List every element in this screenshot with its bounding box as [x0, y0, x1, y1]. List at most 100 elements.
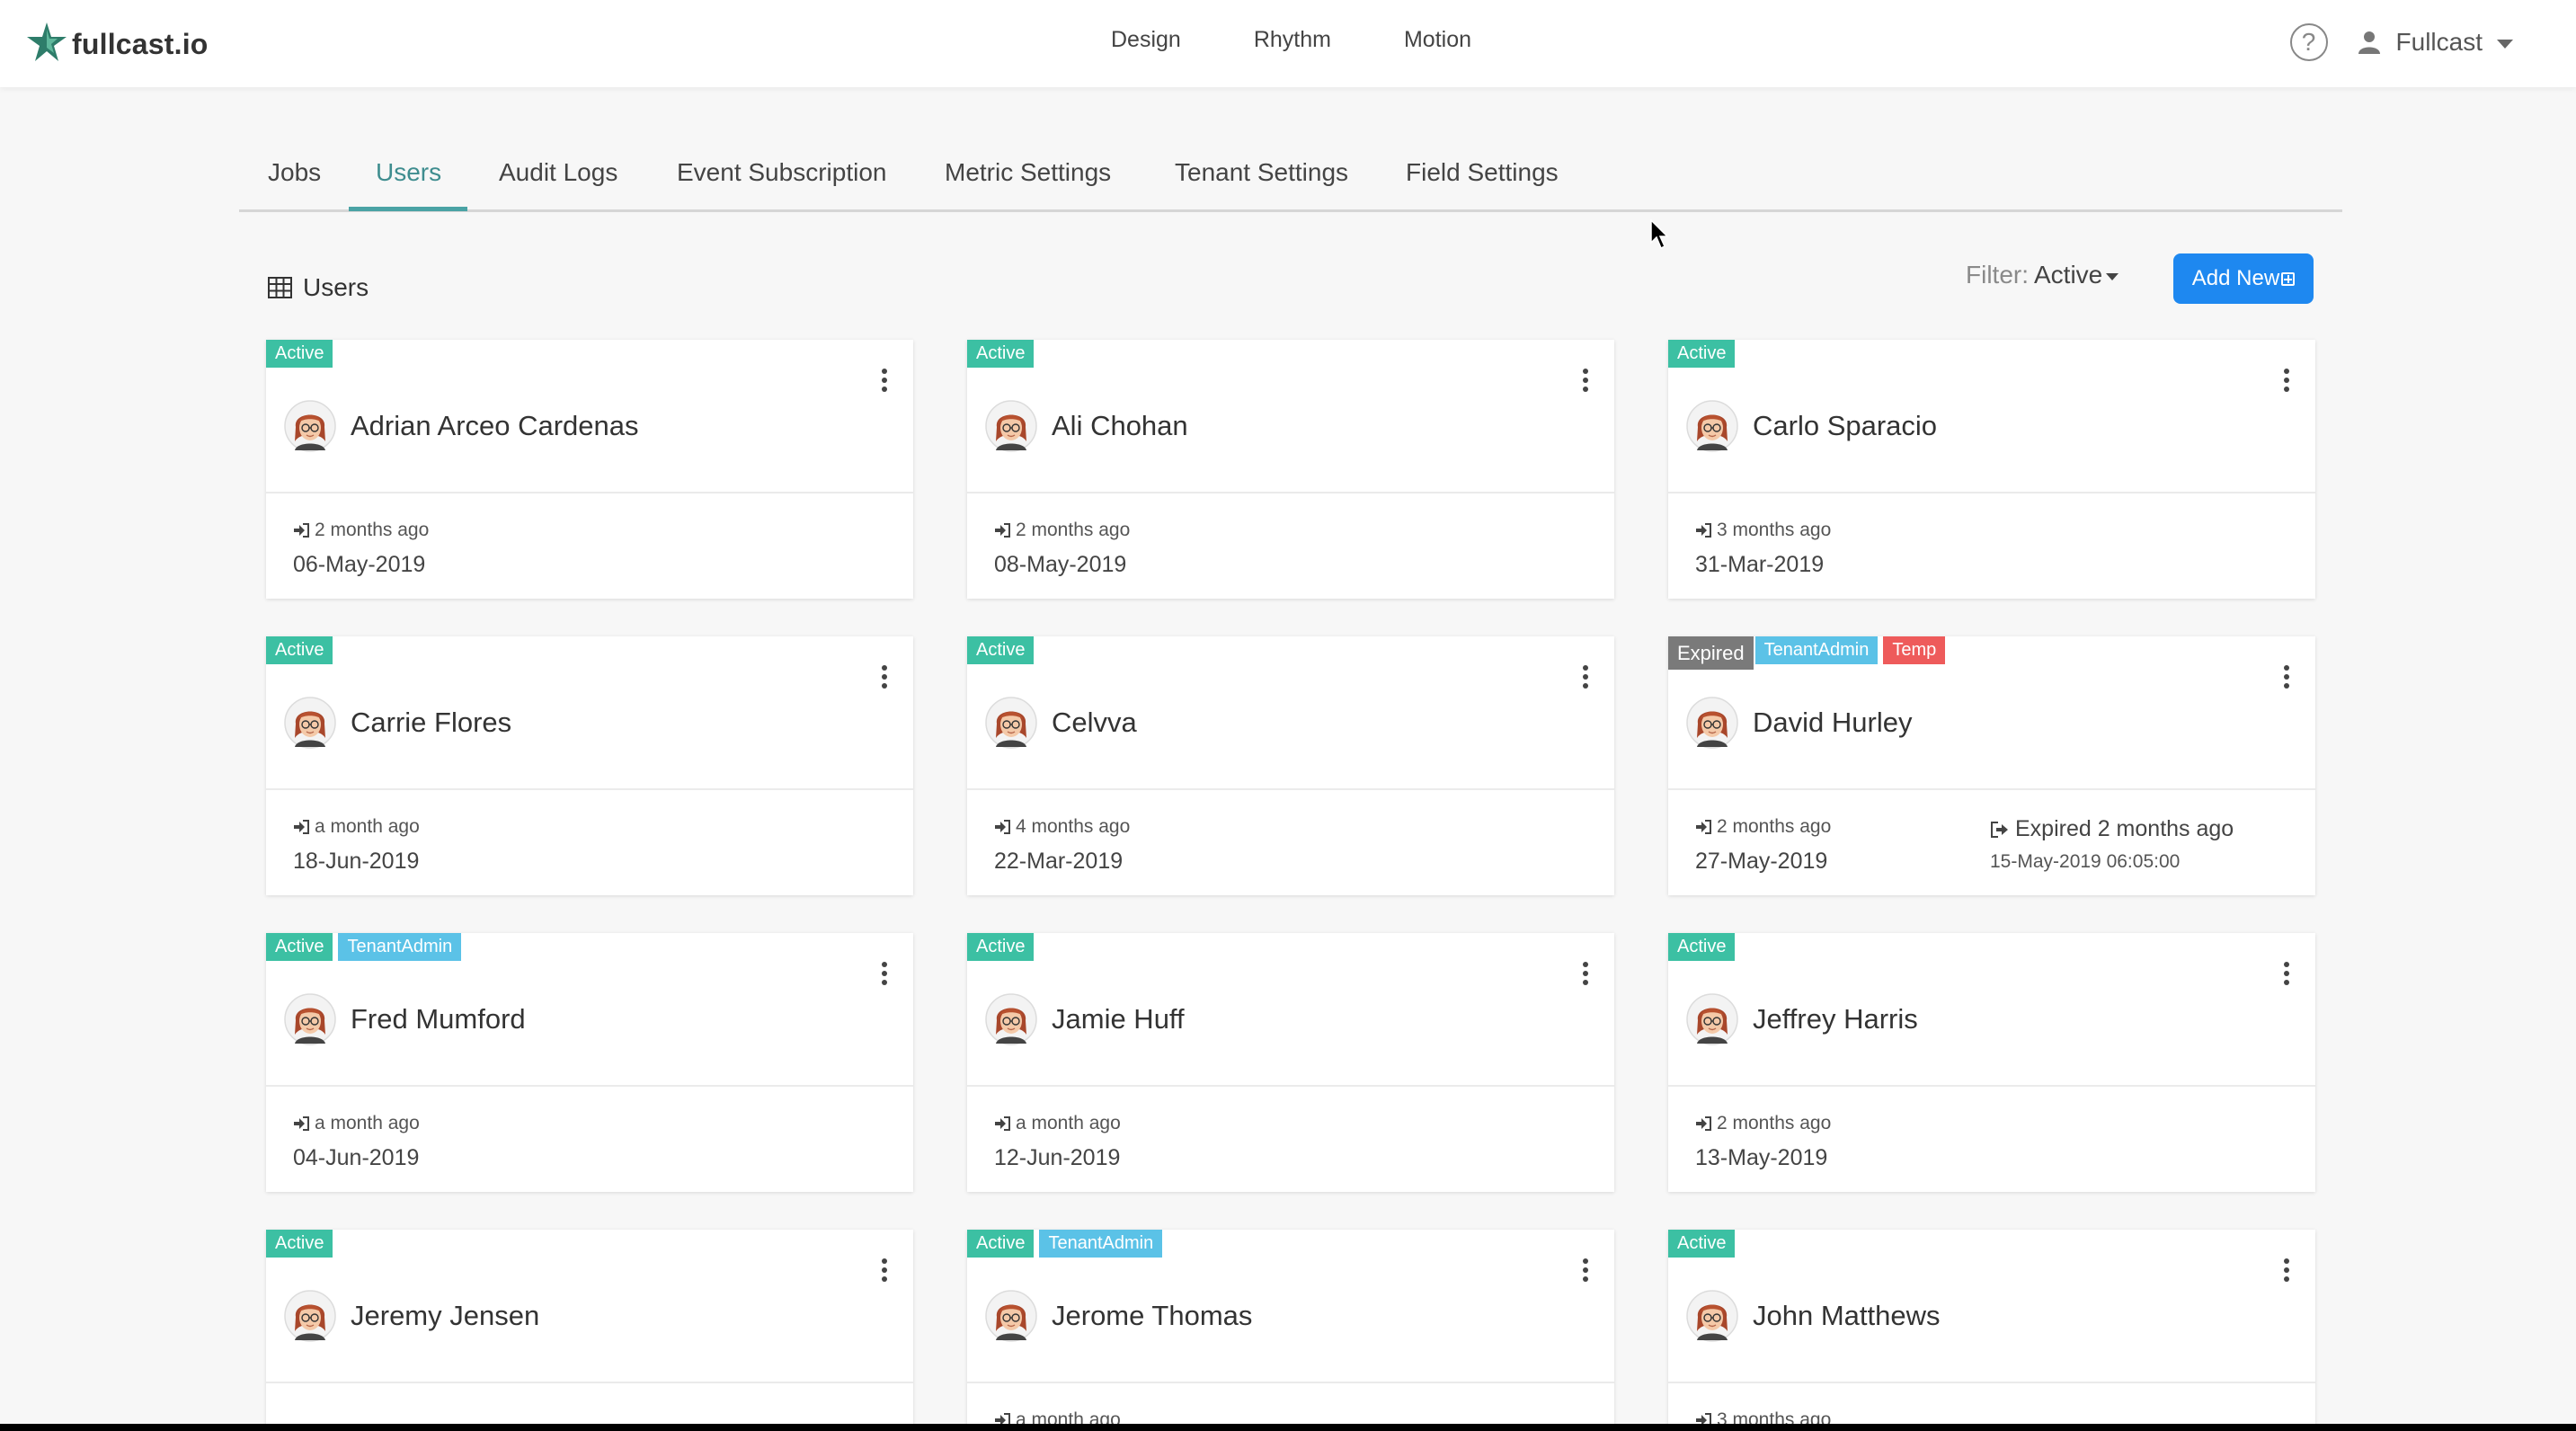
filter-dropdown[interactable]: Filter: Active	[1966, 261, 2119, 289]
user-badges: Active	[1668, 340, 1740, 368]
user-name[interactable]: David Hurley	[1753, 707, 1912, 739]
more-options-icon[interactable]	[2278, 367, 2296, 394]
avatar	[284, 400, 336, 452]
user-card[interactable]: Active TenantAdmin Jerome Thomas a month …	[967, 1230, 1614, 1431]
user-name[interactable]: Jeremy Jensen	[351, 1300, 539, 1332]
brand-logo[interactable]: fullcast.io	[25, 22, 209, 67]
more-options-icon[interactable]	[1577, 367, 1594, 394]
user-card[interactable]: Active Jeffrey Harris 2 months ago 13-Ma…	[1668, 933, 2315, 1192]
avatar	[1686, 1290, 1738, 1342]
user-area: ? Fullcast	[2289, 23, 2513, 61]
caret-down-icon[interactable]	[2497, 40, 2513, 49]
status-badge: Active	[1668, 933, 1736, 961]
last-login: a month ago 12-Jun-2019	[994, 1113, 1121, 1171]
last-login-date: 12-Jun-2019	[994, 1145, 1121, 1170]
add-new-button[interactable]: Add New	[2173, 253, 2314, 304]
sign-in-icon	[293, 522, 315, 538]
tab-field-settings[interactable]: Field Settings	[1406, 158, 1559, 209]
add-new-label: Add New	[2191, 266, 2280, 290]
user-header: John Matthews	[1686, 1284, 1941, 1348]
top-nav: Design Rhythm Motion	[1111, 27, 1544, 53]
more-options-icon[interactable]	[2278, 663, 2296, 690]
more-options-icon[interactable]	[875, 960, 893, 987]
last-login: 2 months ago 27-May-2019	[1695, 816, 1831, 875]
filter-label: Filter:	[1966, 261, 2029, 289]
help-icon[interactable]: ?	[2289, 23, 2328, 61]
tab-users[interactable]: Users	[376, 158, 441, 209]
expired-date: 15-May-2019 06:05:00	[1990, 851, 2181, 872]
last-login-date: 27-May-2019	[1695, 849, 1828, 874]
settings-tabs: Jobs Users Audit Logs Event Subscription…	[239, 135, 2342, 212]
avatar	[985, 1290, 1037, 1342]
sign-in-icon	[994, 819, 1016, 835]
user-name[interactable]: John Matthews	[1753, 1300, 1941, 1332]
sign-out-icon	[1990, 821, 2015, 839]
user-card[interactable]: Active John Matthews 3 months ago	[1668, 1230, 2315, 1431]
nav-design[interactable]: Design	[1111, 27, 1181, 53]
tab-tenant-settings[interactable]: Tenant Settings	[1175, 158, 1348, 209]
user-name[interactable]: Ali Chohan	[1052, 410, 1188, 442]
user-name[interactable]: Fred Mumford	[351, 1003, 526, 1035]
status-badge: Active	[967, 1230, 1035, 1258]
user-card[interactable]: Expired TenantAdmin Temp David Hurley 2 mo…	[1668, 636, 2315, 895]
avatar	[284, 697, 336, 749]
table-icon	[268, 277, 292, 298]
user-name[interactable]: Carlo Sparacio	[1753, 410, 1937, 442]
more-options-icon[interactable]	[875, 663, 893, 690]
more-options-icon[interactable]	[2278, 960, 2296, 987]
card-divider	[266, 1382, 913, 1383]
brand-name: fullcast.io	[72, 27, 209, 60]
card-divider	[266, 1085, 913, 1087]
user-badges: Active	[266, 1230, 338, 1258]
avatar	[985, 993, 1037, 1045]
user-menu-name[interactable]: Fullcast	[2396, 28, 2483, 57]
user-card[interactable]: Active Celvva 4 months ago 22-Mar-2019	[967, 636, 1614, 895]
user-card[interactable]: Active Carrie Flores a month ago 18-Jun-…	[266, 636, 913, 895]
last-login-relative: a month ago	[315, 816, 420, 837]
card-divider	[1668, 788, 2315, 790]
user-card[interactable]: Active Adrian Arceo Cardenas 2 months ag…	[266, 340, 913, 599]
nav-rhythm[interactable]: Rhythm	[1254, 27, 1331, 53]
tab-metric-settings[interactable]: Metric Settings	[945, 158, 1111, 209]
section-title: Users	[268, 273, 369, 302]
user-name[interactable]: Celvva	[1052, 707, 1137, 739]
user-card[interactable]: Active TenantAdmin Fred Mumford a month a…	[266, 933, 913, 1192]
user-card[interactable]: Active Jamie Huff a month ago 12-Jun-201…	[967, 933, 1614, 1192]
user-name[interactable]: Carrie Flores	[351, 707, 511, 739]
tab-jobs[interactable]: Jobs	[268, 158, 321, 209]
status-badge: Active	[266, 933, 333, 961]
status-badge: Active	[1668, 1230, 1736, 1258]
last-login-relative: 2 months ago	[1717, 816, 1832, 837]
filter-value[interactable]: Active	[2034, 261, 2102, 289]
card-divider	[1668, 1085, 2315, 1087]
user-badges: Active TenantAdmin	[266, 933, 466, 961]
more-options-icon[interactable]	[875, 367, 893, 394]
user-name[interactable]: Jeffrey Harris	[1753, 1003, 1918, 1035]
card-divider	[1668, 1382, 2315, 1383]
more-options-icon[interactable]	[1577, 960, 1594, 987]
caret-down-icon[interactable]	[2106, 273, 2119, 280]
sign-in-icon	[994, 1115, 1016, 1132]
user-name[interactable]: Jamie Huff	[1052, 1003, 1185, 1035]
last-login-relative: 2 months ago	[315, 520, 430, 540]
user-icon	[2358, 31, 2380, 54]
tab-audit-logs[interactable]: Audit Logs	[499, 158, 617, 209]
user-name[interactable]: Adrian Arceo Cardenas	[351, 410, 639, 442]
user-name[interactable]: Jerome Thomas	[1052, 1300, 1252, 1332]
more-options-icon[interactable]	[2278, 1257, 2296, 1284]
user-header: Jerome Thomas	[985, 1284, 1252, 1348]
user-header: Ali Chohan	[985, 394, 1188, 458]
nav-motion[interactable]: Motion	[1404, 27, 1471, 53]
user-card[interactable]: Active Ali Chohan 2 months ago 08-May-20…	[967, 340, 1614, 599]
user-card[interactable]: Active Carlo Sparacio 3 months ago 31-Ma…	[1668, 340, 2315, 599]
last-login-relative: a month ago	[315, 1113, 420, 1133]
more-options-icon[interactable]	[1577, 663, 1594, 690]
more-options-icon[interactable]	[1577, 1257, 1594, 1284]
user-card[interactable]: Active Jeremy Jensen	[266, 1230, 913, 1431]
status-badge: Active	[1668, 340, 1736, 368]
more-options-icon[interactable]	[875, 1257, 893, 1284]
tab-event-subscription[interactable]: Event Subscription	[677, 158, 886, 209]
status-badge: Active	[967, 933, 1035, 961]
status-badge: Active	[967, 340, 1035, 368]
user-badges: Active	[967, 636, 1039, 664]
